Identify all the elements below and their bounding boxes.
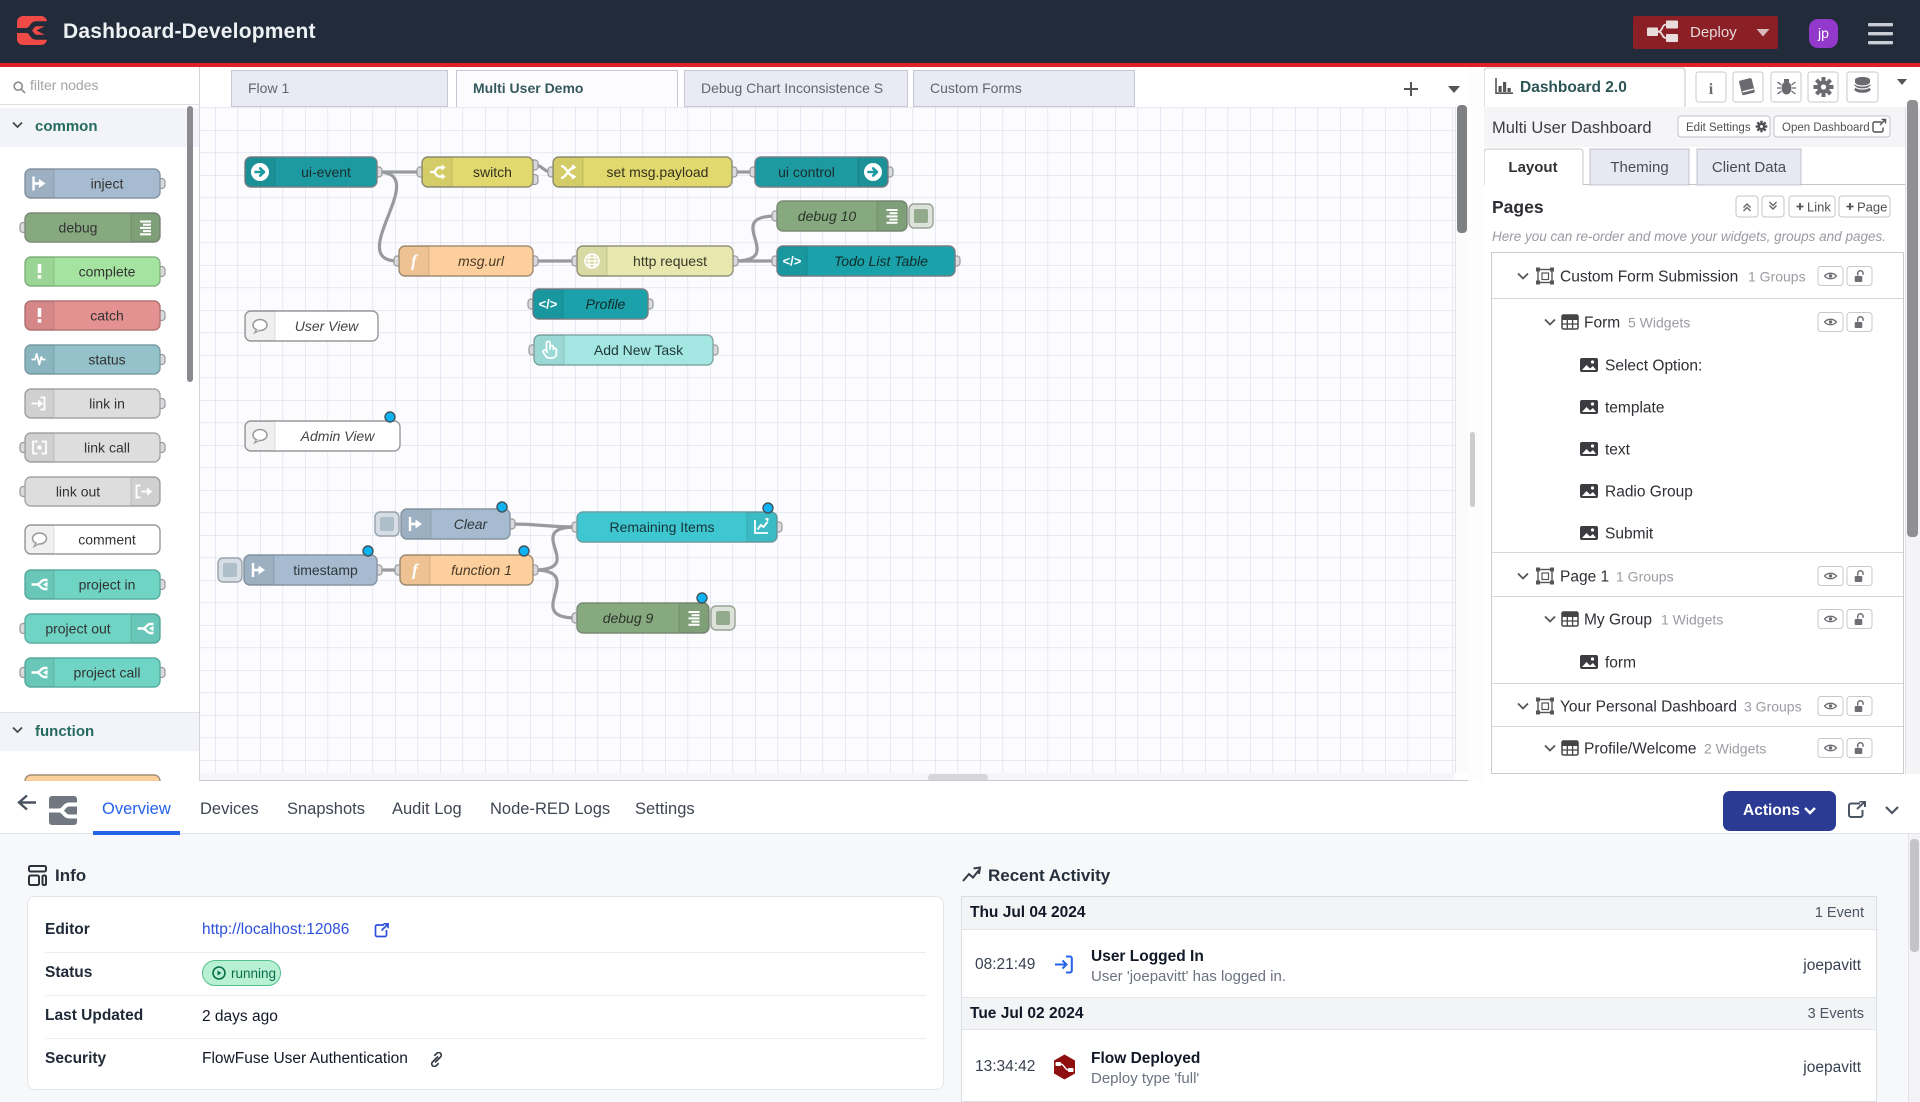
svg-text:http request: http request [633, 253, 707, 269]
svg-text:link out: link out [56, 484, 100, 500]
svg-text:Radio Group: Radio Group [1605, 484, 1693, 501]
svg-text:text: text [1605, 442, 1631, 459]
svg-text:Profile/Welcome: Profile/Welcome [1584, 741, 1697, 758]
svg-text:Open Dashboard: Open Dashboard [1782, 122, 1870, 134]
svg-text:function 1: function 1 [451, 562, 512, 578]
svg-text:Profile: Profile [586, 296, 626, 312]
svg-text:comment: comment [78, 532, 136, 548]
svg-text:Page 1: Page 1 [1560, 569, 1609, 586]
svg-text:Custom Form Submission: Custom Form Submission [1560, 269, 1738, 286]
svg-text:1 Widgets: 1 Widgets [1661, 612, 1723, 628]
svg-text:Link: Link [1807, 200, 1831, 215]
svg-text:Remaining Items: Remaining Items [609, 519, 714, 535]
svg-text:5 Widgets: 5 Widgets [1628, 315, 1690, 331]
svg-text:2 Widgets: 2 Widgets [1704, 741, 1766, 757]
svg-text:1 Groups: 1 Groups [1616, 569, 1674, 585]
svg-text:Your Personal Dashboard: Your Personal Dashboard [1560, 699, 1737, 716]
svg-text:link in: link in [89, 396, 125, 412]
svg-text:My Group: My Group [1584, 612, 1652, 629]
svg-text:form: form [1605, 655, 1636, 672]
svg-text:Clear: Clear [454, 516, 489, 532]
svg-text:catch: catch [90, 308, 123, 324]
svg-text:3 Groups: 3 Groups [1744, 699, 1802, 715]
svg-text:Multi User Dashboard: Multi User Dashboard [1492, 119, 1652, 137]
svg-text:i: i [1709, 81, 1714, 98]
svg-text:Pages: Pages [1492, 197, 1544, 217]
svg-text:project in: project in [79, 577, 136, 593]
svg-text:complete: complete [79, 264, 136, 280]
svg-text:Dashboard 2.0: Dashboard 2.0 [1520, 79, 1627, 96]
svg-text:timestamp: timestamp [293, 562, 358, 578]
svg-text:Here you can re-order and move: Here you can re-order and move your widg… [1492, 229, 1886, 244]
svg-text:ui-event: ui-event [301, 164, 351, 180]
svg-text:template: template [1605, 400, 1664, 417]
svg-text:msg.url: msg.url [458, 253, 505, 269]
svg-text:Edit Settings: Edit Settings [1686, 122, 1751, 134]
svg-text:Layout: Layout [1508, 159, 1557, 176]
svg-text:User View: User View [295, 318, 359, 334]
svg-text:project out: project out [45, 621, 110, 637]
svg-text:</>: </> [783, 254, 802, 269]
svg-text:Submit: Submit [1605, 526, 1654, 543]
svg-text:Theming: Theming [1610, 159, 1668, 176]
svg-text:Todo List Table: Todo List Table [834, 253, 928, 269]
svg-text:switch: switch [473, 164, 512, 180]
svg-text:Page: Page [1857, 200, 1887, 215]
svg-text:debug 9: debug 9 [603, 610, 654, 626]
svg-text:project call: project call [74, 665, 141, 681]
svg-text:Admin View: Admin View [300, 428, 376, 444]
svg-text:Client Data: Client Data [1712, 159, 1787, 176]
svg-text:link call: link call [84, 440, 130, 456]
svg-text:debug 10: debug 10 [798, 208, 857, 224]
svg-text:set msg.payload: set msg.payload [607, 164, 709, 180]
svg-text:debug: debug [59, 220, 98, 236]
svg-text:status: status [88, 352, 125, 368]
svg-text:Select Option:: Select Option: [1605, 358, 1702, 375]
svg-text:ui control: ui control [778, 164, 835, 180]
svg-text:inject: inject [91, 176, 124, 192]
svg-text:</>: </> [539, 297, 558, 312]
svg-text:Add New Task: Add New Task [594, 342, 684, 358]
svg-text:1 Groups: 1 Groups [1748, 269, 1806, 285]
svg-text:Form: Form [1584, 315, 1620, 332]
